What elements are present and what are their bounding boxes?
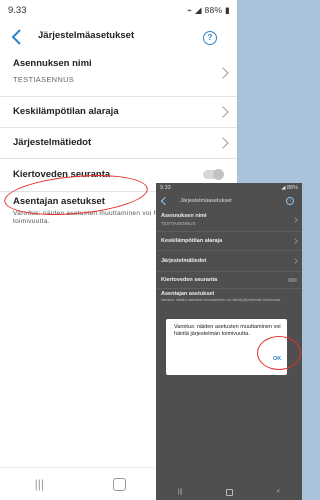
back-arrow-icon[interactable] [160,196,170,206]
setting-label: Järjestelmätiedot [13,137,92,148]
home-button[interactable] [113,477,127,491]
setting-label: Kiertoveden seuranta [161,277,218,283]
android-nav-bar: ||| < [156,484,302,500]
status-icons: ◢ 88% [281,185,298,191]
page-title: Järjestelmäasetukset [38,30,135,41]
recent-apps-button[interactable]: ||| [35,477,44,491]
status-time: 9.33 [160,185,171,191]
recent-apps-button[interactable]: ||| [178,489,183,495]
setting-label: Asentajan asetukset [161,291,215,297]
circulation-toggle[interactable] [288,278,297,282]
setting-installer-settings[interactable]: Asentajan asetukset Varoitus: näiden ase… [156,289,302,309]
back-button[interactable]: < [277,489,281,495]
overlay-status-bar: 9.33 ◢ 88% [156,183,302,193]
help-icon[interactable]: ? [286,197,294,205]
app-bar: Järjestelmäasetukset ? [0,20,237,54]
setting-installation-name[interactable]: Asennuksen nimi TESTIASENNUS [156,211,302,232]
help-icon[interactable]: ? [203,31,217,45]
setting-label: Asennuksen nimi [161,213,207,219]
status-bar: 9.33 ⌁ ◢ 88% ▮ [0,0,237,20]
setting-circulation-monitoring: Kiertoveden seuranta [156,272,302,289]
setting-installation-name[interactable]: Asennuksen nimi TESTIASENNUS [0,54,237,97]
dialog-message: Varoitus: näiden asetusten muuttaminen v… [174,324,281,337]
page-title: Järjestelmäasetukset [180,198,232,204]
signal-icon: ⌁ ◢ [186,4,205,15]
setting-label: Järjestelmätiedot [161,258,207,264]
setting-system-info[interactable]: Järjestelmätiedot [156,251,302,272]
status-icons: ⌁ ◢ 88% ▮ [187,5,230,16]
circulation-toggle[interactable] [203,169,224,180]
setting-label: Asennuksen nimi [13,58,92,69]
setting-warning-note: Varoitus: näiden asetusten muuttaminen v… [161,298,282,302]
home-button[interactable] [226,488,234,496]
setting-value: TESTIASENNUS [161,221,196,226]
battery-level: 88% [286,185,298,191]
setting-min-avg-temp[interactable]: Keskilämpötilan alaraja [156,232,302,251]
setting-label: Keskilämpötilan alaraja [161,238,223,244]
status-time: 9.33 [8,4,27,16]
battery-level: 88% [204,4,223,15]
annotation-circle-ok-button [257,336,301,370]
setting-system-info[interactable]: Järjestelmätiedot [0,128,237,159]
setting-value: TESTIASENNUS [13,75,75,84]
setting-label: Keskilämpötilan alaraja [13,106,119,117]
overlay-app-bar: Järjestelmäasetukset ? [156,193,302,211]
back-arrow-icon[interactable] [8,27,26,47]
toggle-knob [213,169,224,180]
setting-min-avg-temp[interactable]: Keskilämpötilan alaraja [0,97,237,128]
battery-icon: ▮ [222,4,230,15]
